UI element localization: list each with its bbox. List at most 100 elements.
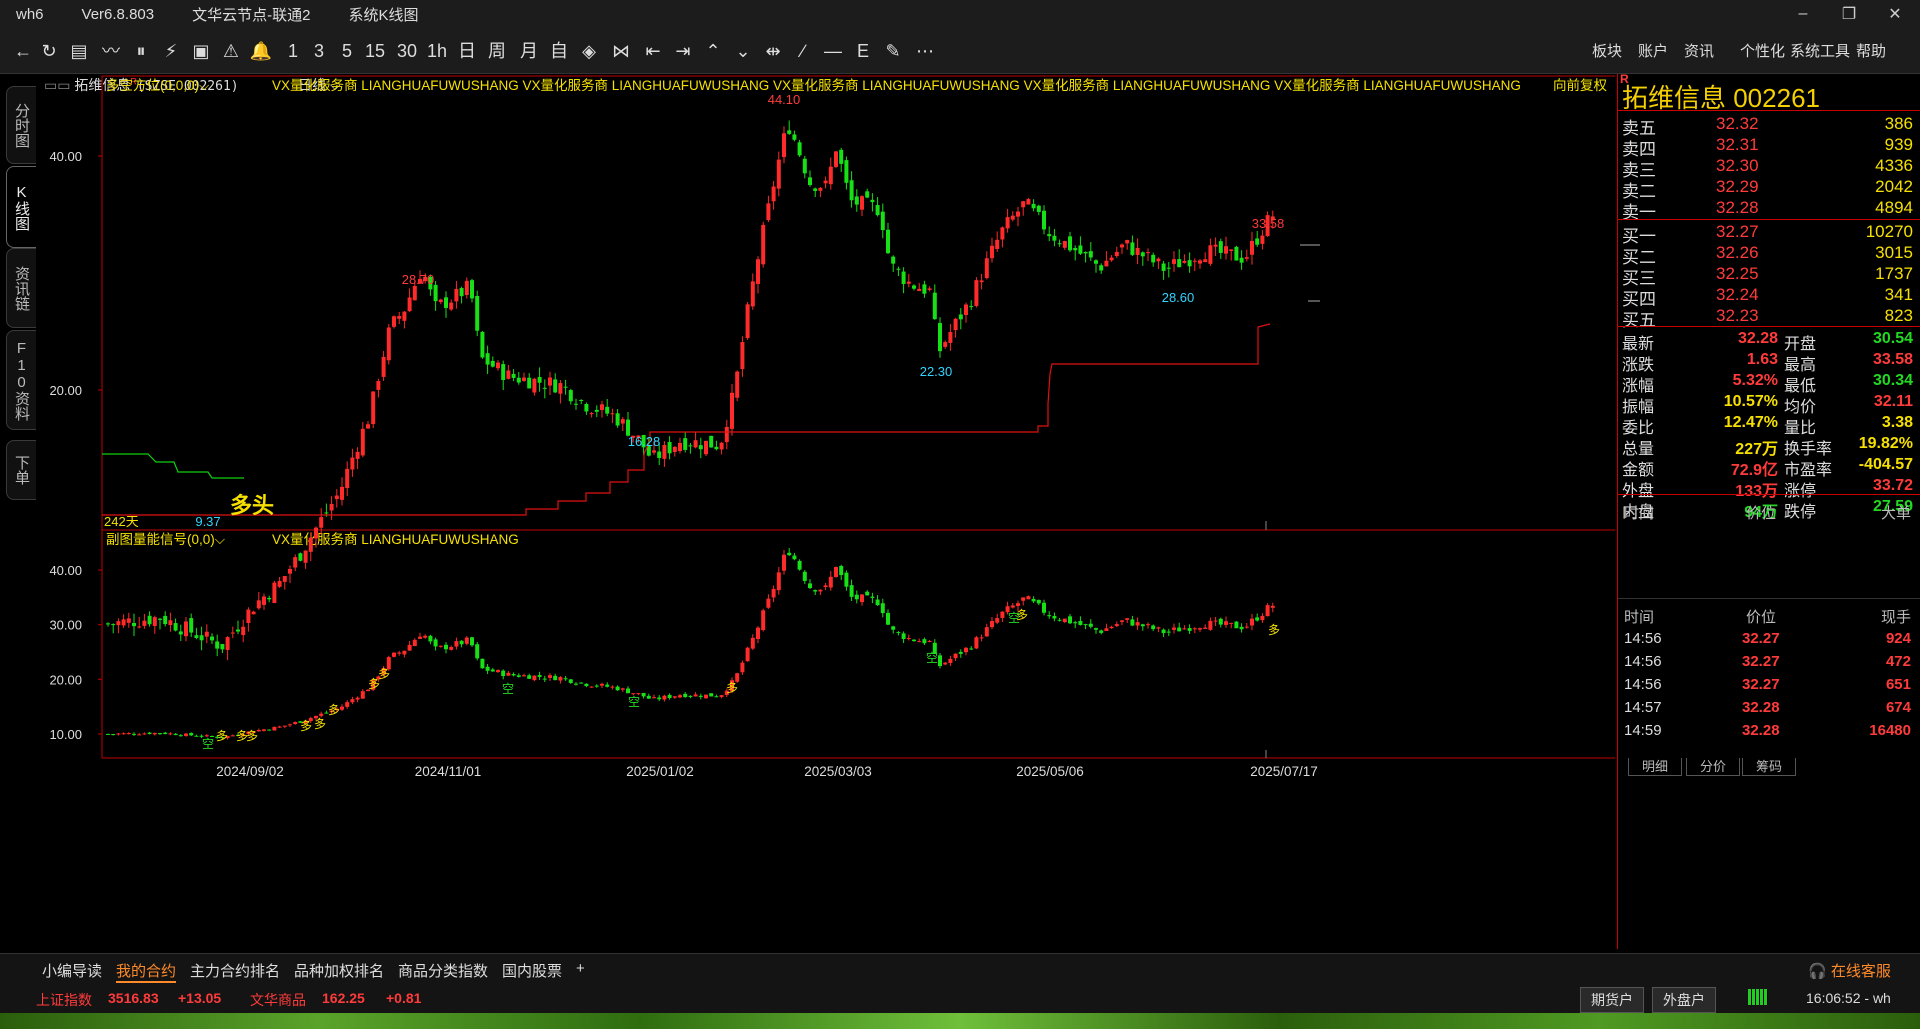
index1-name[interactable]: 上证指数 — [36, 990, 92, 1010]
tick-price: 32.28 — [1742, 699, 1780, 716]
kline-chart[interactable]: 40.00 20.00 40.00 30.00 20.00 10.00 多空方位(0,0,0… — [38, 74, 1618, 954]
bottom-tab-6[interactable]: + — [576, 960, 585, 977]
candle — [797, 139, 802, 158]
menu-0[interactable]: 板块 — [1592, 40, 1622, 61]
quote-tab-1[interactable]: 分价 — [1686, 758, 1740, 776]
server-node[interactable]: 文华云节点-联通2 — [192, 4, 310, 25]
toolbar-button-9[interactable]: 1 — [280, 38, 306, 64]
toolbar-button-20[interactable]: ⋈ — [608, 38, 634, 64]
toolbar-button-18[interactable]: 自 — [546, 38, 572, 64]
candle — [241, 619, 246, 643]
candle — [236, 620, 240, 635]
tick-price: 32.28 — [1742, 722, 1780, 739]
toolbar-button-19[interactable]: ◈ — [576, 38, 602, 64]
main-indicator-label: 多空方位(0,0,0)⌵ — [106, 77, 210, 93]
left-tab-1[interactable]: K线图 — [6, 166, 36, 248]
toolbar-button-13[interactable]: 30 — [394, 38, 420, 64]
bottom-tab-3[interactable]: 品种加权排名 — [294, 960, 384, 981]
sub-candle — [1026, 595, 1031, 600]
toolbar-button-17[interactable]: 月 — [516, 38, 542, 64]
menu-2[interactable]: 资讯 — [1684, 40, 1714, 61]
close-button[interactable]: ✕ — [1872, 0, 1918, 28]
toolbar-button-0[interactable]: ← — [10, 38, 36, 64]
toolbar-button-6[interactable]: ▣ — [188, 38, 214, 64]
minimize-button[interactable]: – — [1780, 0, 1826, 28]
toolbar-button-4[interactable]: ⏸ — [128, 38, 154, 64]
candle — [818, 187, 823, 198]
candle — [1042, 205, 1046, 235]
bottom-tab-1[interactable]: 我的合约 — [116, 960, 177, 983]
toolbar-button-11[interactable]: 5 — [334, 38, 360, 64]
tick-row-2: 14:56 32.27 651 — [1618, 674, 1920, 699]
toolbar-button-16[interactable]: 周 — [484, 38, 510, 64]
toolbar-button-10[interactable]: 3 — [306, 38, 332, 64]
toolbar-button-7[interactable]: ⚠ — [218, 38, 244, 64]
sub-candle — [1229, 622, 1234, 629]
candle — [1213, 237, 1218, 257]
toolbar-button-14[interactable]: 1h — [424, 38, 450, 64]
sub-candle — [745, 646, 750, 662]
toolbar-button-27[interactable]: — — [820, 38, 846, 64]
toolbar-button-5[interactable]: ⚡ — [158, 38, 184, 64]
candle — [1047, 226, 1052, 242]
x-tick-3: 2025/03/03 — [804, 764, 872, 779]
candle — [704, 440, 708, 457]
menu-4[interactable]: 系统工具 — [1790, 40, 1850, 61]
quote-tab-2[interactable]: 筹码 — [1742, 758, 1796, 776]
sub-candle — [1260, 613, 1265, 623]
toolbar-button-25[interactable]: ⇹ — [760, 38, 786, 64]
toolbar-button-1[interactable]: ↻ — [36, 38, 62, 64]
toolbar-button-21[interactable]: ⇤ — [640, 38, 666, 64]
status-bar: 上证指数 3516.83 +13.05 文华商品 162.25 +0.81 期货户 外盘户 16… — [0, 983, 1920, 1013]
menu-1[interactable]: 账户 — [1638, 40, 1668, 61]
left-tab-4[interactable]: 下单 — [6, 440, 36, 500]
toolbar-button-22[interactable]: ⇥ — [670, 38, 696, 64]
sub-candle — [506, 670, 511, 676]
menu-5[interactable]: 帮助 — [1856, 40, 1886, 61]
candle — [1182, 254, 1187, 264]
toolbar-button-15[interactable]: 日 — [454, 38, 480, 64]
candle — [709, 435, 714, 448]
bottom-tab-2[interactable]: 主力合约排名 — [190, 960, 280, 981]
bottom-tab-0[interactable]: 小编导读 — [42, 960, 102, 981]
toolbar-button-23[interactable]: ⌃ — [700, 38, 726, 64]
left-tab-2[interactable]: 资讯链 — [6, 248, 36, 328]
candle — [511, 369, 516, 382]
futures-account-button[interactable]: 期货户 — [1580, 987, 1644, 1013]
candle — [1109, 255, 1114, 262]
candle — [724, 419, 729, 450]
toolbar-button-24[interactable]: ⌄ — [730, 38, 756, 64]
service-button[interactable]: 🎧 在线客服 — [1808, 960, 1891, 981]
bottom-tab-4[interactable]: 商品分类指数 — [398, 960, 488, 981]
toolbar-button-8[interactable]: 🔔 — [248, 38, 274, 64]
candle — [667, 436, 672, 460]
index2-name[interactable]: 文华商品 — [250, 990, 306, 1010]
foreign-account-button[interactable]: 外盘户 — [1652, 987, 1716, 1013]
toolbar-button-3[interactable]: 〰 — [98, 38, 124, 64]
sub-candle — [1078, 616, 1083, 626]
sub-candle — [1166, 628, 1171, 637]
candle — [1239, 250, 1244, 270]
toolbar-button-12[interactable]: 15 — [362, 38, 388, 64]
signal-long-7: 多 — [378, 667, 390, 681]
sub-candle — [1239, 623, 1244, 633]
toolbar-button-30[interactable]: ⋯ — [912, 38, 938, 64]
bottom-tab-5[interactable]: 国内股票 — [502, 960, 562, 981]
sub-candle — [1120, 619, 1124, 626]
toolbar-button-28[interactable]: E — [850, 38, 876, 64]
candle — [860, 195, 864, 217]
toolbar-button-2[interactable]: ▤ — [66, 38, 92, 64]
menu-3[interactable]: 个性化 — [1740, 40, 1785, 61]
left-tab-3[interactable]: F10资料 — [6, 330, 36, 430]
sub-candle — [610, 685, 615, 690]
adjust-mode: 向前复权 — [1553, 77, 1607, 93]
signal-long-4: 多 — [314, 717, 326, 731]
quote-tab-0[interactable]: 明细 — [1628, 758, 1682, 776]
toolbar-button-26[interactable]: ∕ — [790, 38, 816, 64]
restore-button[interactable]: ❐ — [1826, 0, 1872, 28]
left-tab-0[interactable]: 分时图 — [6, 86, 36, 164]
sub-candle — [688, 695, 693, 699]
sub-candle — [126, 732, 131, 735]
toolbar-button-29[interactable]: ✎ — [880, 38, 906, 64]
ask-row-4[interactable]: 卖一 32.28 4894 — [1618, 196, 1920, 222]
